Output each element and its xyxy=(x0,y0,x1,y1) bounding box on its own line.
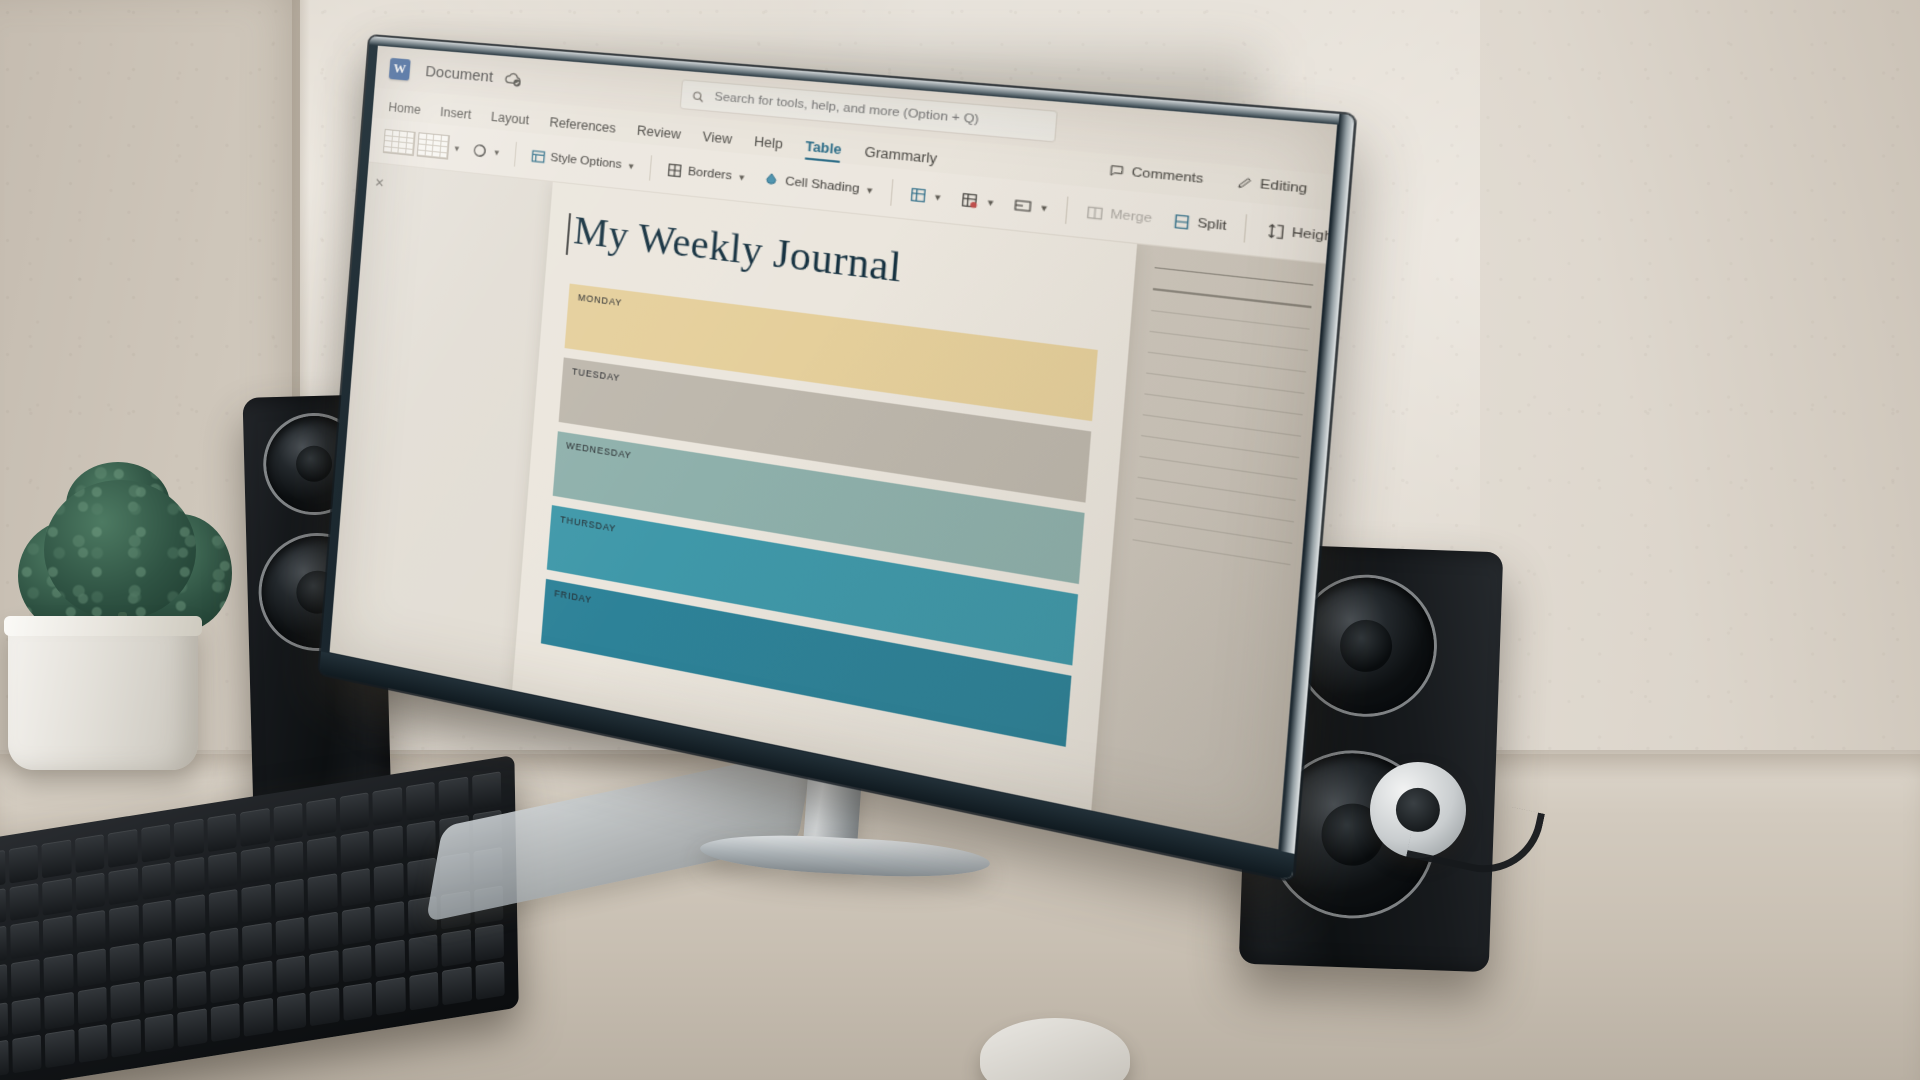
merge-label: Merge xyxy=(1110,208,1153,226)
tab-table[interactable]: Table xyxy=(804,139,842,163)
word-logo-icon: W xyxy=(389,57,411,80)
row-height-control: Height: xyxy=(1259,217,1331,252)
chevron-down-icon: ▼ xyxy=(985,197,995,208)
cell-shading-icon xyxy=(762,171,781,190)
delete-cells-button[interactable]: ▼ xyxy=(955,187,1002,216)
table-styles-gallery[interactable]: ▼ xyxy=(383,129,462,161)
chevron-down-icon: ▼ xyxy=(492,147,501,157)
cell-shading-button[interactable]: Cell Shading ▼ xyxy=(757,167,880,203)
row-height-icon xyxy=(1264,221,1287,242)
style-options-label: Style Options xyxy=(550,152,622,172)
day-label: THURSDAY xyxy=(560,514,617,534)
photo-scene: W Document Search for tools, help, and m… xyxy=(0,0,1920,1080)
document-page[interactable]: My Weekly Journal MONDAY TUESDAY WEDNESD… xyxy=(510,182,1137,840)
chevron-down-icon[interactable]: ▼ xyxy=(453,143,462,153)
pot-rim xyxy=(4,616,202,636)
pencil-icon xyxy=(1236,174,1254,191)
day-label: FRIDAY xyxy=(554,588,592,605)
weekly-journal-table[interactable]: MONDAY TUESDAY WEDNESDAY THURSDAY FRIDAY xyxy=(541,283,1098,746)
style-options-button[interactable]: Style Options ▼ xyxy=(525,144,640,178)
tab-view[interactable]: View xyxy=(702,129,733,152)
chevron-down-icon: ▼ xyxy=(737,172,747,183)
editing-label: Editing xyxy=(1260,177,1308,196)
document-title-text: My Weekly Journal xyxy=(572,210,903,292)
borders-label: Borders xyxy=(687,165,732,182)
height-label: Height: xyxy=(1291,226,1330,245)
split-cells-button[interactable]: Split xyxy=(1165,208,1233,240)
shading-color-button[interactable]: ▼ xyxy=(467,138,506,164)
shading-color-icon xyxy=(471,142,488,160)
cloud-saved-icon[interactable] xyxy=(503,68,524,89)
speaker-driver xyxy=(1296,575,1437,716)
notes-ruled-lines[interactable] xyxy=(1131,267,1313,585)
chevron-down-icon: ▼ xyxy=(1039,202,1050,213)
comment-icon xyxy=(1108,163,1126,179)
document-name[interactable]: Document xyxy=(425,62,494,85)
autofit-icon xyxy=(1013,196,1034,216)
tab-help[interactable]: Help xyxy=(753,134,783,157)
tab-layout[interactable]: Layout xyxy=(490,110,529,133)
tab-insert[interactable]: Insert xyxy=(439,105,471,127)
delete-cells-icon xyxy=(960,190,981,210)
day-label: WEDNESDAY xyxy=(566,440,632,461)
day-label: MONDAY xyxy=(578,292,623,308)
insert-cells-icon xyxy=(908,185,928,205)
tab-review[interactable]: Review xyxy=(636,123,681,147)
split-label: Split xyxy=(1197,217,1227,234)
plant-pot xyxy=(8,618,198,770)
foliage-blob xyxy=(44,480,196,620)
style-options-icon xyxy=(529,147,547,165)
monitor: W Document Search for tools, help, and m… xyxy=(370,36,1250,836)
borders-button[interactable]: Borders ▼ xyxy=(661,158,751,190)
document-area: ✕ My Weekly Journal MONDAY TUESDAY WEDNE… xyxy=(330,162,1326,849)
search-icon xyxy=(691,89,705,103)
borders-icon xyxy=(666,161,685,180)
comments-label: Comments xyxy=(1131,165,1204,186)
autofit-button[interactable]: ▼ xyxy=(1008,192,1055,222)
day-label: TUESDAY xyxy=(572,366,621,383)
text-caret xyxy=(566,213,571,255)
chevron-down-icon: ▼ xyxy=(627,161,636,171)
close-pane-icon[interactable]: ✕ xyxy=(372,173,387,192)
merge-cells-icon xyxy=(1084,203,1106,223)
split-cells-icon xyxy=(1171,212,1193,233)
tab-home[interactable]: Home xyxy=(387,100,421,122)
monitor-screen: W Document Search for tools, help, and m… xyxy=(330,46,1338,850)
word-application: W Document Search for tools, help, and m… xyxy=(330,46,1338,850)
insert-cells-button[interactable]: ▼ xyxy=(903,181,949,210)
chevron-down-icon: ▼ xyxy=(865,185,875,196)
merge-cells-button[interactable]: Merge xyxy=(1079,199,1158,232)
cell-shading-label: Cell Shading xyxy=(785,175,860,196)
chevron-down-icon: ▼ xyxy=(933,192,943,203)
